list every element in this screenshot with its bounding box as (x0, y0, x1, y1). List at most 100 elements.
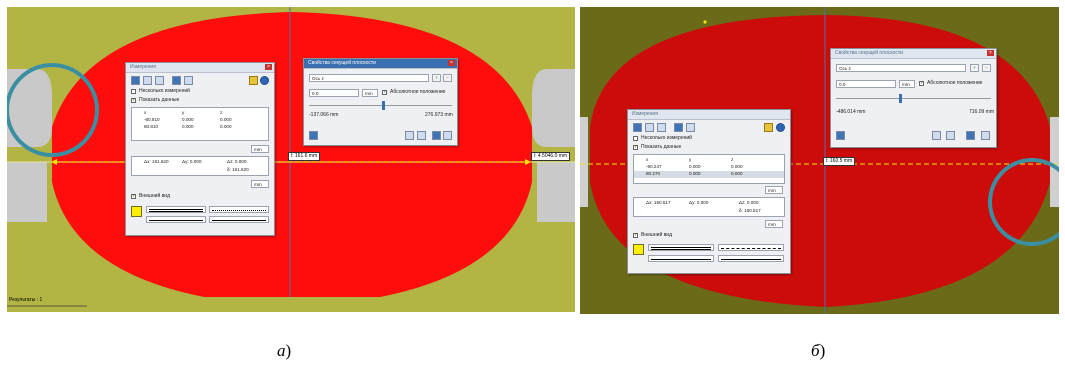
show-data-label: Показать данные (139, 97, 180, 103)
slider-thumb[interactable] (382, 101, 385, 110)
add-plane-icon[interactable]: + (970, 64, 979, 72)
plane-display-icon[interactable] (966, 131, 975, 140)
close-icon[interactable]: × (265, 64, 272, 70)
arrow-style-both[interactable] (648, 255, 714, 262)
dialog-titlebar[interactable]: Свойства секущей плоскости × (304, 59, 457, 69)
show-data-checkbox[interactable] (633, 144, 638, 150)
close-icon[interactable]: × (448, 60, 455, 66)
measure-tool-icon[interactable] (633, 123, 642, 132)
row1-y: 0.000 (689, 164, 701, 169)
plane-options-icon[interactable] (443, 131, 452, 140)
appearance-checkbox[interactable] (633, 232, 638, 238)
plane-cut-icon[interactable] (417, 131, 426, 140)
row2-z: 0.000 (220, 124, 232, 129)
multiple-checkbox[interactable] (131, 89, 136, 94)
plane-unit-select[interactable]: mm (362, 89, 378, 97)
measure-dialog-b[interactable]: Измерения Несколько измерений Показать д… (627, 109, 791, 274)
plane-flip-icon[interactable] (932, 131, 941, 140)
dialog-title: Измерения (632, 111, 658, 117)
axis-select[interactable]: Ось z (836, 64, 966, 72)
appearance-checkbox[interactable] (131, 193, 136, 199)
delta-box: Δx: 160.517 Δy: 0.000 Δz: 0.000 δ: 160.5… (633, 197, 785, 217)
plane-view-icon[interactable] (309, 131, 318, 140)
dialog-titlebar[interactable]: Измерения (628, 110, 790, 120)
row1-z: 0.000 (731, 164, 743, 169)
caption-a: а) (277, 341, 292, 360)
status-text-a: Результаты : 1 (9, 297, 43, 303)
row2-z: 0.000 (731, 171, 743, 176)
line-style-dashed[interactable] (718, 244, 784, 251)
delta-z: Δz: 0.000 (739, 200, 759, 205)
row1-x: -80.247 (646, 164, 662, 169)
measure-radius-icon[interactable] (657, 123, 666, 132)
plane-value-input[interactable]: 0.0 (309, 89, 359, 97)
plane-dialog-a[interactable]: Свойства секущей плоскости × Ось z + − 0.… (303, 58, 458, 146)
clear-icon[interactable] (249, 76, 258, 85)
plane-display-icon[interactable] (432, 131, 441, 140)
unit-select-1[interactable]: mm (251, 145, 269, 153)
close-icon[interactable]: × (987, 50, 994, 56)
unit-select-1[interactable]: mm (765, 186, 783, 194)
delta-box: Δx: 161.620 Δy: 0.000 Δz: 0.000 δ: 161.6… (131, 156, 269, 176)
measure-radius-icon[interactable] (155, 76, 164, 85)
slider-thumb[interactable] (899, 94, 902, 103)
arrow-style-right[interactable] (718, 255, 784, 262)
panel-a-viewport[interactable]: l: 161.6 mm l: 4.5046.0 mm Результаты : … (7, 7, 575, 312)
color-swatch[interactable] (131, 206, 142, 217)
dialog-titlebar[interactable]: Свойства секущей плоскости × (831, 49, 996, 59)
measure-snap-icon[interactable] (184, 76, 193, 85)
measure-angle-icon[interactable] (645, 123, 654, 132)
plane-flip-icon[interactable] (405, 131, 414, 140)
color-swatch[interactable] (633, 244, 644, 255)
remove-plane-icon[interactable]: − (982, 64, 991, 72)
status-bar-a (7, 297, 575, 312)
line-style-solid[interactable] (146, 206, 206, 213)
side-tag-a: l: 4.5046.0 mm (531, 152, 571, 161)
row2-x: 80.810 (144, 124, 159, 129)
plane-unit-select[interactable]: mm (899, 80, 915, 88)
axis-select[interactable]: Ось z (309, 74, 429, 82)
show-data-checkbox[interactable] (131, 97, 136, 103)
line-style-solid[interactable] (648, 244, 714, 251)
help-icon[interactable] (260, 76, 269, 85)
coords-table: x y z -80.810 0.000 0.000 80.810 0.000 0… (131, 107, 269, 141)
measure-distance-icon[interactable] (172, 76, 181, 85)
multiple-checkbox[interactable] (633, 136, 638, 141)
remove-plane-icon[interactable]: − (443, 74, 452, 82)
measure-tool-icon[interactable] (131, 76, 140, 85)
help-icon[interactable] (776, 123, 785, 132)
line-style-dotted[interactable] (209, 206, 269, 213)
right-lug-a (532, 69, 575, 147)
measure-angle-icon[interactable] (143, 76, 152, 85)
unit-select-2[interactable]: mm (251, 180, 269, 188)
measure-dialog-a[interactable]: Измерения × Несколько измерений Показать … (125, 62, 275, 236)
multiple-label: Несколько измерений (139, 88, 190, 94)
dialog-title: Измерения (130, 64, 156, 70)
absolute-checkbox[interactable] (382, 89, 387, 95)
measure-distance-icon[interactable] (674, 123, 683, 132)
col-z-header: z (220, 110, 223, 115)
distance-tag-a: l: 161.6 mm (288, 152, 321, 161)
appearance-label: Внешний вид (139, 193, 170, 199)
add-plane-icon[interactable]: + (432, 74, 441, 82)
col-z-header: z (731, 157, 734, 162)
clear-icon[interactable] (764, 123, 773, 132)
plane-options-icon[interactable] (981, 131, 990, 140)
absolute-checkbox[interactable] (919, 80, 924, 86)
dialog-titlebar[interactable]: Измерения × (126, 63, 274, 73)
delta-x: Δx: 161.620 (144, 159, 169, 164)
measure-snap-icon[interactable] (686, 123, 695, 132)
plane-value-input[interactable]: 0.0 (836, 80, 896, 88)
plane-dialog-b[interactable]: Свойства секущей плоскости × Ось z + − 0.… (830, 48, 997, 148)
plane-cut-icon[interactable] (946, 131, 955, 140)
arrow-style-right[interactable] (209, 216, 269, 223)
dialog-title: Свойства секущей плоскости (835, 50, 903, 56)
row2-y: 0.000 (182, 124, 194, 129)
plane-slider[interactable] (309, 105, 452, 106)
panel-b-viewport[interactable]: l: 160.5 mm Измерения Несколько измерени… (580, 7, 1059, 314)
arrow-style-both[interactable] (146, 216, 206, 223)
row1-z: 0.000 (220, 117, 232, 122)
plane-view-icon[interactable] (836, 131, 845, 140)
plane-slider[interactable] (836, 98, 991, 99)
unit-select-2[interactable]: mm (765, 220, 783, 228)
